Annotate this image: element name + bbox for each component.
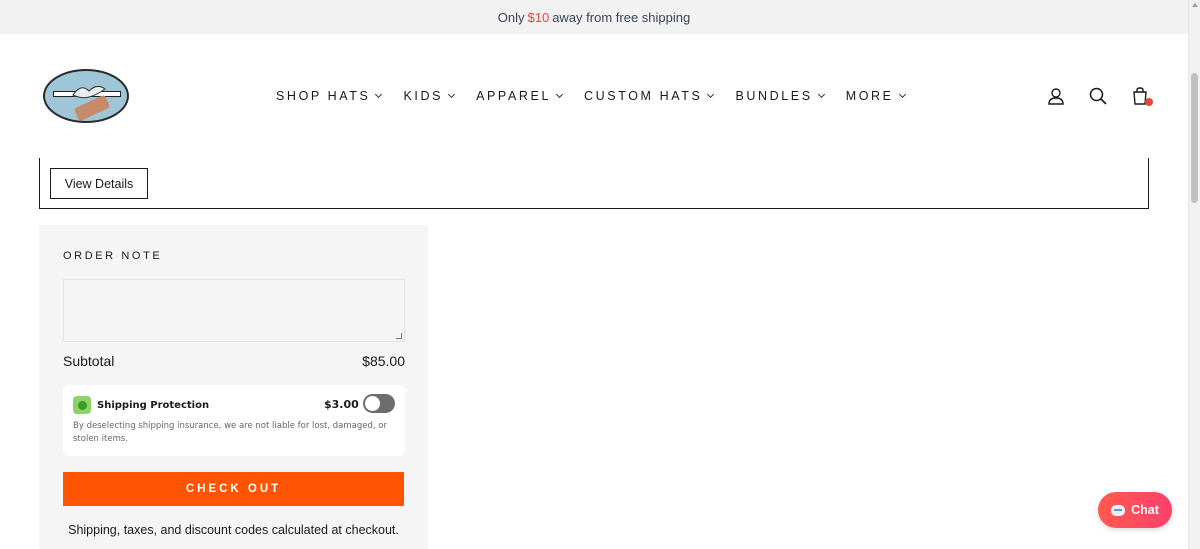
- shipping-protection-toggle[interactable]: [363, 394, 395, 413]
- chevron-down-icon: [555, 90, 564, 99]
- nav-item-label: KIDS: [403, 89, 444, 103]
- chat-button[interactable]: Chat: [1098, 492, 1172, 528]
- chevron-down-icon: [817, 90, 825, 99]
- cart-item-box: View Details: [39, 158, 1149, 209]
- nav-item-label: CUSTOM HATS: [584, 89, 703, 103]
- cart-badge: [1145, 98, 1153, 106]
- chat-label: Chat: [1131, 503, 1159, 517]
- header-icons: [1046, 86, 1153, 106]
- order-note-label: ORDER NOTE: [63, 250, 163, 262]
- nav-item-custom-hats[interactable]: CUSTOM HATS: [584, 89, 715, 103]
- subtotal-value: $85.00: [362, 353, 405, 369]
- scroll-up-arrow-icon[interactable]: [1192, 3, 1198, 7]
- resize-grip-icon[interactable]: [396, 333, 402, 339]
- subtotal-row: Subtotal $85.00: [63, 353, 405, 369]
- shipping-protection-title: Shipping Protection: [97, 400, 210, 411]
- chevron-down-icon: [448, 90, 456, 99]
- view-details-button[interactable]: View Details: [50, 168, 148, 199]
- site-header: SHOP HATS KIDS APPAREL CUSTOM HATS BUNDL…: [0, 34, 1188, 158]
- nav-item-apparel[interactable]: APPAREL: [476, 89, 564, 103]
- subtotal-label: Subtotal: [63, 353, 115, 369]
- shipping-note: Shipping, taxes, and discount codes calc…: [68, 523, 399, 537]
- toggle-knob: [365, 396, 380, 411]
- chevron-down-icon: [707, 90, 715, 99]
- page-scrollbar[interactable]: [1188, 0, 1200, 549]
- scrollbar-thumb[interactable]: [1191, 73, 1198, 203]
- nav-item-kids[interactable]: KIDS: [403, 89, 456, 103]
- chat-bubble-icon: [1111, 504, 1126, 516]
- shipping-protection-description: By deselecting shipping insurance, we ar…: [73, 421, 387, 444]
- order-note-textarea[interactable]: [63, 279, 405, 342]
- announcement-prefix: Only: [497, 9, 525, 25]
- chevron-down-icon: [898, 90, 906, 99]
- announcement-bar: Only $10 away from free shipping: [0, 0, 1188, 34]
- nav-item-more[interactable]: MORE: [845, 89, 906, 103]
- cart-icon[interactable]: [1130, 86, 1153, 106]
- announcement-suffix: away from free shipping: [552, 9, 691, 25]
- shield-icon: [73, 396, 91, 414]
- nav-item-label: BUNDLES: [735, 89, 813, 103]
- chevron-down-icon: [375, 90, 383, 99]
- checkout-button[interactable]: CHECK OUT: [63, 472, 404, 506]
- order-summary-panel: ORDER NOTE Subtotal $85.00 Shipping Prot…: [39, 225, 428, 549]
- shipping-protection-price: $3.00: [324, 398, 359, 411]
- main-nav: SHOP HATS KIDS APPAREL CUSTOM HATS BUNDL…: [276, 89, 927, 103]
- account-icon[interactable]: [1046, 86, 1066, 106]
- nav-item-bundles[interactable]: BUNDLES: [735, 89, 825, 103]
- nav-item-label: MORE: [845, 89, 894, 103]
- nav-item-label: SHOP HATS: [276, 89, 371, 103]
- store-logo[interactable]: [43, 69, 129, 123]
- search-icon[interactable]: [1088, 86, 1108, 106]
- shipping-protection-card: Shipping Protection $3.00 By deselecting…: [63, 385, 405, 456]
- nav-item-label: APPAREL: [476, 89, 552, 103]
- logo-bird-icon: [72, 85, 106, 99]
- nav-item-shop-hats[interactable]: SHOP HATS: [276, 89, 383, 103]
- announcement-amount: $10: [527, 9, 550, 25]
